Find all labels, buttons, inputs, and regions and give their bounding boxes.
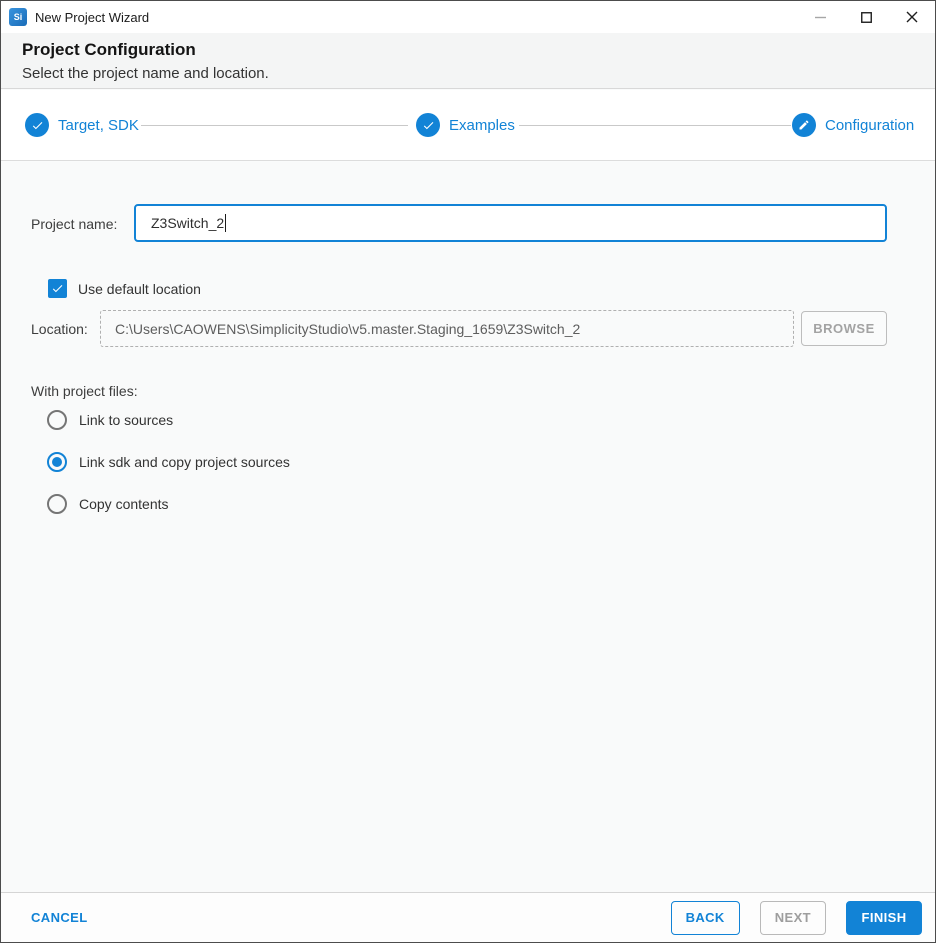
radio-link-sdk-copy-sources[interactable]: Link sdk and copy project sources — [47, 452, 290, 472]
step-complete-check-icon — [416, 113, 440, 137]
radio-icon — [47, 452, 67, 472]
wizard-header: Project Configuration Select the project… — [1, 33, 935, 89]
app-icon: Si — [9, 8, 27, 26]
next-button[interactable]: NEXT — [759, 900, 826, 935]
text-caret — [225, 214, 227, 232]
location-label: Location: — [31, 321, 88, 337]
maximize-icon — [860, 11, 872, 23]
use-default-location-checkbox[interactable] — [48, 279, 67, 298]
window-controls — [797, 1, 935, 33]
minimize-button[interactable] — [797, 1, 843, 33]
step-connector — [519, 125, 791, 126]
step-current-pencil-icon — [792, 113, 816, 137]
close-button[interactable] — [889, 1, 935, 33]
step-connector — [141, 125, 408, 126]
project-name-input[interactable]: Z3Switch_2 — [134, 204, 887, 242]
browse-button[interactable]: BROWSE — [801, 311, 887, 346]
app-icon-text: Si — [13, 12, 23, 22]
titlebar[interactable]: Si New Project Wizard — [1, 1, 935, 33]
project-name-value: Z3Switch_2 — [151, 215, 225, 231]
with-project-files-label: With project files: — [31, 383, 138, 399]
check-icon — [52, 285, 63, 293]
new-project-wizard-window: Si New Project Wizard Project Configurat… — [0, 0, 936, 943]
close-icon — [906, 11, 918, 23]
location-input[interactable]: C:\Users\CAOWENS\SimplicityStudio\v5.mas… — [100, 310, 794, 347]
wizard-body: Project name: Z3Switch_2 Use default loc… — [1, 162, 935, 892]
cancel-button[interactable]: CANCEL — [31, 910, 88, 925]
radio-label: Copy contents — [79, 496, 169, 512]
radio-copy-contents[interactable]: Copy contents — [47, 494, 169, 514]
radio-icon — [47, 410, 67, 430]
project-name-label: Project name: — [31, 216, 118, 232]
step-label: Examples — [449, 116, 515, 134]
radio-icon — [47, 494, 67, 514]
step-target-sdk[interactable]: Target, SDK — [25, 113, 139, 137]
step-examples[interactable]: Examples — [416, 113, 515, 137]
radio-label: Link sdk and copy project sources — [79, 454, 290, 470]
window-title: New Project Wizard — [35, 9, 150, 25]
step-complete-check-icon — [25, 113, 49, 137]
wizard-stepper: Target, SDK Examples Configuration — [1, 90, 935, 161]
radio-link-to-sources[interactable]: Link to sources — [47, 410, 173, 430]
minimize-icon — [814, 16, 826, 18]
finish-button[interactable]: FINISH — [846, 900, 922, 935]
location-value: C:\Users\CAOWENS\SimplicityStudio\v5.mas… — [115, 320, 581, 337]
page-title: Project Configuration — [22, 40, 196, 59]
step-label: Target, SDK — [58, 116, 139, 134]
use-default-location-label[interactable]: Use default location — [78, 281, 201, 297]
wizard-footer: CANCEL BACK NEXT FINISH — [1, 892, 935, 942]
maximize-button[interactable] — [843, 1, 889, 33]
step-label: Configuration — [825, 116, 915, 134]
back-button[interactable]: BACK — [670, 900, 740, 935]
radio-label: Link to sources — [79, 412, 174, 428]
step-configuration[interactable]: Configuration — [792, 113, 914, 137]
page-subtitle: Select the project name and location. — [22, 65, 269, 82]
